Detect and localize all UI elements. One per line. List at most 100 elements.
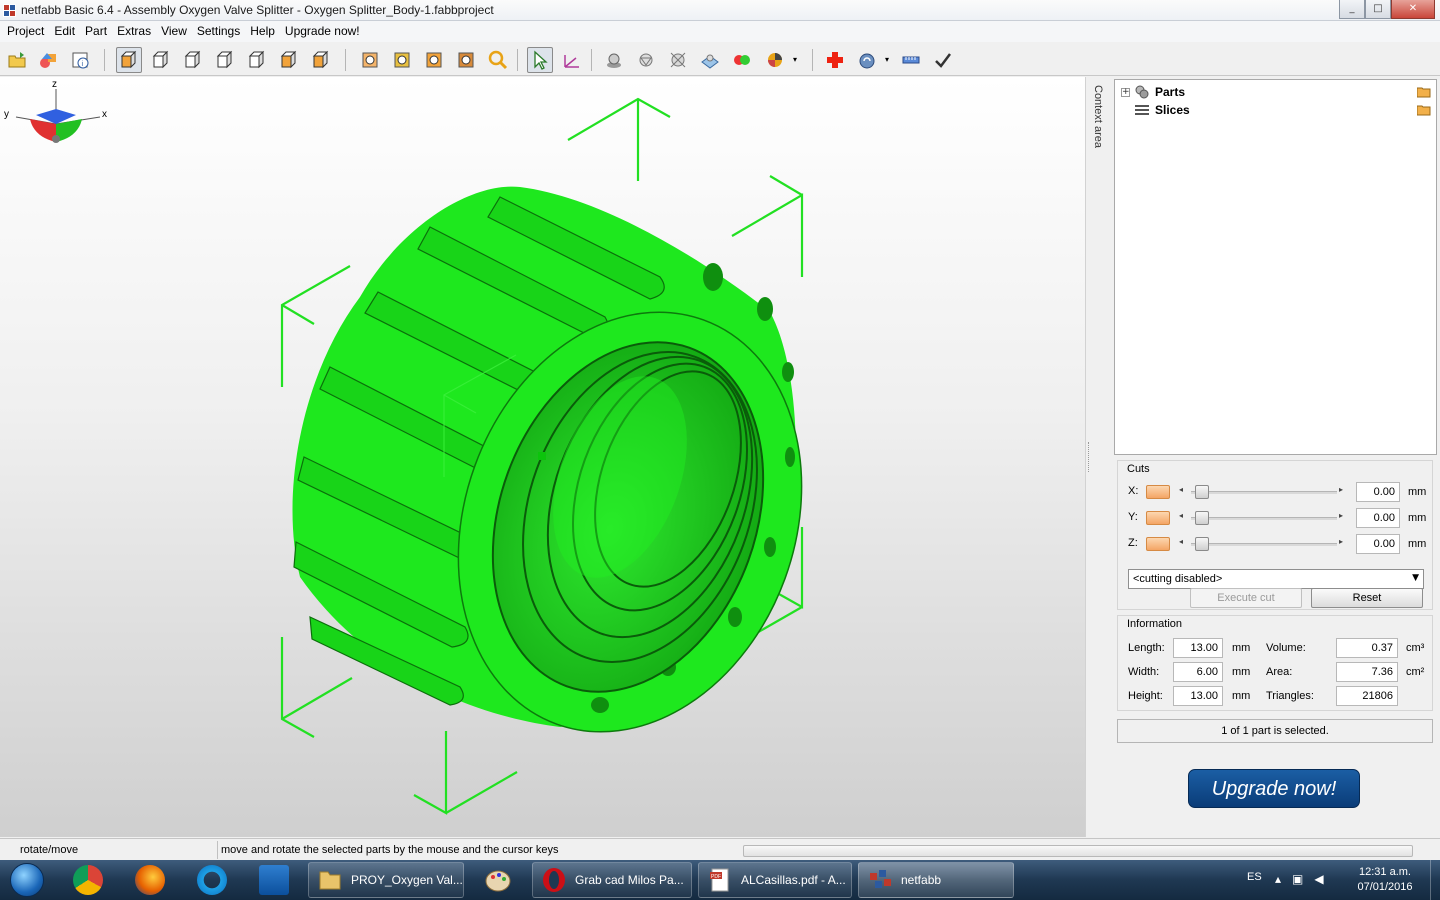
tree-expander[interactable]: + [1121,87,1130,97]
menu-part[interactable]: Part [81,21,111,42]
cut-color-swatch[interactable] [1146,485,1170,499]
ruler-button[interactable] [898,47,924,73]
zoom-platform-button[interactable] [453,47,479,73]
horizontal-scrollbar[interactable] [743,845,1413,857]
open-folder-icon[interactable] [1417,105,1431,116]
zoom-button[interactable] [485,47,511,73]
volume-icon[interactable]: ◀ [1314,872,1323,886]
zoom-all-button[interactable] [421,47,447,73]
open-project-button[interactable] [4,47,30,73]
slider-thumb[interactable] [1195,485,1209,499]
slider-right-arrow-icon[interactable]: ▸ [1339,485,1343,494]
zoom-parts-button[interactable] [357,47,383,73]
show-desktop-button[interactable] [1430,860,1440,900]
cut-value-y[interactable]: 0.00 [1356,508,1400,528]
view-right-icon [248,50,265,69]
taskbar-item-pdf[interactable]: PDF ALCasillas.pdf - A... [698,862,852,898]
slider-left-arrow-icon[interactable]: ◂ [1179,485,1183,494]
width-unit: mm [1232,666,1251,678]
zoom-parts-icon [362,52,378,68]
menu-upgrade[interactable]: Upgrade now! [281,21,364,42]
chevron-down-icon[interactable]: ▾ [793,55,797,64]
measure-button[interactable] [559,47,585,73]
pinned-firefox[interactable] [122,862,178,898]
view-bottom-button[interactable] [308,47,334,73]
view-3d-button[interactable] [116,47,142,73]
maximize-button[interactable]: □ [1365,0,1391,19]
firefox-icon [135,865,165,895]
language-indicator[interactable]: ES [1247,871,1262,883]
tree-item-parts[interactable]: + Parts [1121,83,1185,101]
orientation-axes[interactable]: z y x [0,77,120,157]
apply-check-button[interactable] [930,47,956,73]
splitter-handle[interactable] [1088,442,1091,472]
axes-mode-button[interactable] [665,47,691,73]
execute-cut-button[interactable]: Execute cut [1190,588,1302,608]
pinned-chrome[interactable] [60,862,116,898]
pie-chart-button[interactable] [762,47,788,73]
context-area-tab[interactable]: Context area [1085,77,1113,837]
cut-slider-y[interactable]: ◂ ▸ [1179,510,1349,526]
tree-item-label: Parts [1155,85,1186,99]
taskbar-item-opera[interactable]: Grab cad Milos Pa... [532,862,692,898]
menu-extras[interactable]: Extras [113,21,155,42]
menu-help[interactable]: Help [246,21,279,42]
pinned-ie[interactable] [184,862,240,898]
project-tree[interactable]: + Parts Slices [1114,79,1437,455]
cut-value-z[interactable]: 0.00 [1356,534,1400,554]
tray-expand-icon[interactable]: ▴ [1275,872,1281,886]
width-label: Width: [1128,666,1160,678]
menu-project[interactable]: Project [3,21,48,42]
reset-button[interactable]: Reset [1311,588,1423,608]
cut-slider-x[interactable]: ◂ ▸ [1179,484,1349,500]
taskbar-clock[interactable]: 12:31 a.m. 07/01/2016 [1347,865,1423,895]
menu-settings[interactable]: Settings [193,21,244,42]
axis-z-label: z [52,79,57,90]
pinned-outlook[interactable] [246,862,302,898]
view-back-button[interactable] [180,47,206,73]
open-folder-icon[interactable] [1417,87,1431,98]
taskbar-item-folder[interactable]: PROY_Oxygen Val... [308,862,464,898]
close-button[interactable]: ✕ [1391,0,1435,19]
part-info-button[interactable]: i [68,47,94,73]
cut-slider-z[interactable]: ◂ ▸ [1179,536,1349,552]
minimize-button[interactable]: _ [1339,0,1365,19]
view-left-button[interactable] [212,47,238,73]
view-right-button[interactable] [244,47,270,73]
chevron-down-icon[interactable]: ▾ [885,55,889,64]
menu-edit[interactable]: Edit [50,21,79,42]
cut-color-swatch[interactable] [1146,537,1170,551]
pinned-paint[interactable] [470,862,526,898]
repair-button[interactable] [822,47,848,73]
view-top-button[interactable] [276,47,302,73]
cut-color-swatch[interactable] [1146,511,1170,525]
chrome-icon [73,865,103,895]
menu-view[interactable]: View [157,21,191,42]
network-icon[interactable]: ▣ [1292,872,1303,886]
analysis-button[interactable] [855,47,881,73]
cutting-mode-select[interactable]: <cutting disabled> ▼ [1128,569,1424,589]
slider-thumb[interactable] [1195,511,1209,525]
slider-right-arrow-icon[interactable]: ▸ [1339,511,1343,520]
system-tray: ▴ ▣ ◀ [1275,872,1324,886]
upgrade-now-button[interactable]: Upgrade now! [1188,769,1360,808]
cut-value-x[interactable]: 0.00 [1356,482,1400,502]
shading-button[interactable] [601,47,627,73]
slider-left-arrow-icon[interactable]: ◂ [1179,511,1183,520]
nut-model[interactable] [292,186,859,781]
view-front-button[interactable] [148,47,174,73]
select-pointer-button[interactable] [527,47,553,73]
slider-left-arrow-icon[interactable]: ◂ [1179,537,1183,546]
slider-right-arrow-icon[interactable]: ▸ [1339,537,1343,546]
3d-viewport[interactable]: z y x [0,77,1085,837]
slider-thumb[interactable] [1195,537,1209,551]
information-panel: Information Length: 13.00 mm Width: 6.00… [1117,615,1433,711]
taskbar-item-netfabb[interactable]: netfabb [858,862,1014,898]
triangle-mode-button[interactable] [633,47,659,73]
tree-item-slices[interactable]: Slices [1121,101,1190,119]
zoom-selected-button[interactable] [389,47,415,73]
color-mode-button[interactable] [729,47,755,73]
add-part-button[interactable] [35,47,61,73]
platform-mode-button[interactable] [697,47,723,73]
start-button[interactable] [4,861,50,899]
